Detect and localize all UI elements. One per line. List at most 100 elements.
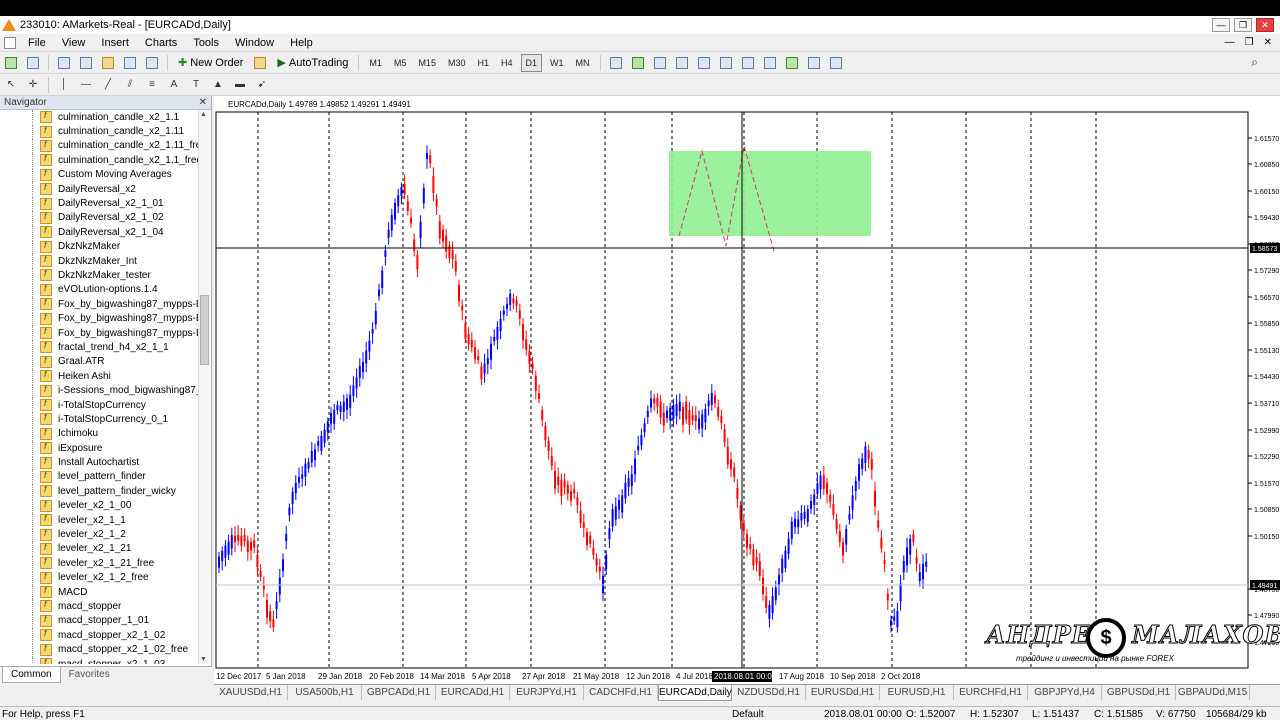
navigator-item[interactable]: Custom Moving Averages (0, 167, 198, 182)
navigator-item[interactable]: DkzNkzMaker_tester (0, 268, 198, 283)
mdi-restore-button[interactable]: ❐ (1245, 37, 1254, 48)
text-icon[interactable]: A (165, 76, 183, 94)
chart-window[interactable]: 1.615701.608501.601501.594301.587301.572… (214, 96, 1280, 684)
text-label-icon[interactable]: T (187, 76, 205, 94)
rectangle-zone[interactable] (669, 151, 871, 236)
menu-tools[interactable]: Tools (185, 37, 227, 49)
cursor-icon[interactable]: ↖ (2, 76, 20, 94)
chart-tab[interactable]: GBPJPYd,H4 (1028, 685, 1102, 700)
mdi-minimize-button[interactable]: — (1225, 37, 1235, 48)
period-m30[interactable]: M30 (444, 54, 470, 72)
chart-tab[interactable]: CADCHFd,H1 (584, 685, 658, 700)
navigator-item[interactable]: macd_stopper_x2_1_03 (0, 657, 198, 664)
menu-help[interactable]: Help (282, 37, 321, 49)
metaeditor-icon[interactable] (251, 54, 269, 72)
navigator-item[interactable]: macd_stopper (0, 599, 198, 614)
navigator-icon[interactable] (99, 54, 117, 72)
auto-scroll-icon[interactable] (739, 54, 757, 72)
navigator-item[interactable]: i-Sessions_mod_bigwashing87_v (0, 383, 198, 398)
navigator-item[interactable]: culmination_candle_x2_1.1_free (0, 153, 198, 168)
tab-favorites[interactable]: Favorites (61, 667, 118, 682)
navigator-item[interactable]: Install Autochartist (0, 455, 198, 470)
menu-window[interactable]: Window (227, 37, 282, 49)
strategy-tester-icon[interactable] (143, 54, 161, 72)
search-icon[interactable]: ⌕ (1251, 55, 1258, 70)
periods-icon[interactable] (805, 54, 823, 72)
terminal-icon[interactable] (121, 54, 139, 72)
menu-view[interactable]: View (54, 37, 94, 49)
period-h1[interactable]: H1 (473, 54, 493, 72)
menu-file[interactable]: File (20, 37, 54, 49)
period-m15[interactable]: M15 (414, 54, 440, 72)
scrollbar-thumb[interactable] (200, 295, 209, 365)
navigator-item[interactable]: leveler_x2_1_21_free (0, 556, 198, 571)
candlestick-icon[interactable] (629, 54, 647, 72)
navigator-item[interactable]: fractal_trend_h4_x2_1_1 (0, 340, 198, 355)
navigator-item[interactable]: level_pattern_finder (0, 469, 198, 484)
navigator-item[interactable]: DailyReversal_x2_1_04 (0, 225, 198, 240)
chart-tab[interactable]: NZDUSDd,H1 (732, 685, 806, 700)
profiles-icon[interactable] (24, 54, 42, 72)
chart-tab[interactable]: EURCADd,Daily (658, 685, 732, 701)
mdi-close-button[interactable]: ✕ (1264, 37, 1272, 48)
period-w1[interactable]: W1 (546, 54, 568, 72)
menu-charts[interactable]: Charts (137, 37, 185, 49)
crosshair-icon[interactable]: ✛ (24, 76, 42, 94)
chart-tab[interactable]: XAUUSDd,H1 (214, 685, 288, 700)
tile-windows-icon[interactable] (717, 54, 735, 72)
period-m5[interactable]: M5 (390, 54, 411, 72)
indicators-icon[interactable] (783, 54, 801, 72)
triangle-icon[interactable]: ▲ (209, 76, 227, 94)
fibonacci-icon[interactable]: ≡ (143, 76, 161, 94)
navigator-item[interactable]: DailyReversal_x2 (0, 182, 198, 197)
chart-tab[interactable]: EURJPYd,H1 (510, 685, 584, 700)
chart-tab[interactable]: GBPCADd,H1 (362, 685, 436, 700)
maximize-button[interactable]: ❐ (1234, 18, 1252, 32)
navigator-item[interactable]: Fox_by_bigwashing87_mypps-EX (0, 297, 198, 312)
horizontal-line-icon[interactable]: — (77, 76, 95, 94)
chart-tab[interactable]: GBPAUDd,M15 (1176, 685, 1250, 700)
navigator-scrollbar[interactable]: ▲ ▼ (198, 110, 210, 664)
navigator-item[interactable]: Fox_by_bigwashing87_mypps-I_( (0, 326, 198, 341)
navigator-item[interactable]: culmination_candle_x2_1.11 (0, 124, 198, 139)
period-h4[interactable]: H4 (497, 54, 517, 72)
navigator-item[interactable]: macd_stopper_x2_1_02 (0, 628, 198, 643)
navigator-item[interactable]: Heiken Ashi (0, 369, 198, 384)
navigator-item[interactable]: leveler_x2_1_1 (0, 513, 198, 528)
chart-tab[interactable]: EURUSD,H1 (880, 685, 954, 700)
navigator-item[interactable]: DkzNkzMaker_Int (0, 254, 198, 269)
data-window-icon[interactable] (77, 54, 95, 72)
navigator-item[interactable]: DailyReversal_x2_1_01 (0, 196, 198, 211)
new-chart-icon[interactable] (2, 54, 20, 72)
line-chart-icon[interactable] (651, 54, 669, 72)
chart-shift-icon[interactable] (761, 54, 779, 72)
arrows-icon[interactable]: ➹ (253, 76, 271, 94)
navigator-item[interactable]: i-TotalStopCurrency (0, 398, 198, 412)
navigator-item[interactable]: i-TotalStopCurrency_0_1 (0, 412, 198, 427)
zoom-out-icon[interactable] (695, 54, 713, 72)
vertical-line-icon[interactable]: │ (55, 76, 73, 94)
navigator-item[interactable]: leveler_x2_1_2 (0, 527, 198, 542)
bar-chart-icon[interactable] (607, 54, 625, 72)
channel-icon[interactable]: ⫽ (121, 76, 139, 94)
close-icon[interactable]: ✕ (199, 97, 207, 108)
chart-tab[interactable]: GBPUSDd,H1 (1102, 685, 1176, 700)
navigator-item[interactable]: level_pattern_finder_wicky (0, 484, 198, 499)
navigator-item[interactable]: eVOLution-options.1.4 (0, 282, 198, 297)
navigator-item[interactable]: Graal.ATR (0, 354, 198, 369)
navigator-item[interactable]: leveler_x2_1_21 (0, 541, 198, 556)
navigator-item[interactable]: Fox_by_bigwashing87_mypps-EX (0, 311, 198, 326)
navigator-item[interactable]: MACD (0, 585, 198, 600)
templates-icon[interactable] (827, 54, 845, 72)
chart-tab[interactable]: EURCHFd,H1 (954, 685, 1028, 700)
close-button[interactable]: ✕ (1256, 18, 1274, 32)
navigator-item[interactable]: leveler_x2_1_00 (0, 498, 198, 513)
trendline-icon[interactable]: ╱ (99, 76, 117, 94)
period-m1[interactable]: M1 (365, 54, 386, 72)
menu-insert[interactable]: Insert (93, 37, 137, 49)
autotrading-button[interactable]: ▶ AutoTrading (273, 54, 352, 72)
rectangle-icon[interactable]: ▬ (231, 76, 249, 94)
zoom-in-icon[interactable] (673, 54, 691, 72)
period-d1[interactable]: D1 (520, 53, 543, 72)
scroll-down-icon[interactable]: ▼ (200, 656, 207, 663)
